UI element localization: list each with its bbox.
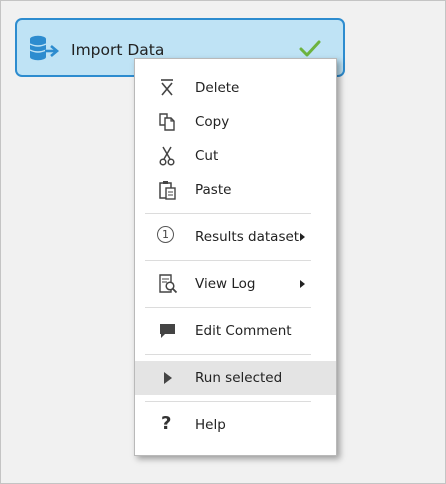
delete-icon [161,79,173,96]
menu-separator [145,260,311,261]
menu-item-edit-comment[interactable]: Edit Comment [135,314,336,348]
menu-separator [145,401,311,402]
menu-item-help[interactable]: ? Help [135,408,336,442]
copy-icon [159,113,175,131]
menu-item-delete[interactable]: Delete [135,71,336,105]
menu-separator [145,213,311,214]
menu-item-label: Cut [195,148,219,164]
menu-item-results-dataset[interactable]: 1 Results dataset [135,220,336,254]
menu-item-label: Delete [195,80,240,96]
menu-item-paste[interactable]: Paste [135,173,336,207]
paste-icon [159,181,176,200]
submenu-arrow-icon [300,280,305,288]
menu-item-view-log[interactable]: View Log [135,267,336,301]
help-icon: ? [161,413,172,434]
menu-separator [145,354,311,355]
cut-icon [159,146,175,166]
import-data-icon [29,35,60,61]
menu-item-cut[interactable]: Cut [135,139,336,173]
menu-item-run-selected[interactable]: Run selected [135,361,336,395]
menu-separator [145,307,311,308]
menu-item-label: Copy [195,114,230,130]
submenu-arrow-icon [300,233,305,241]
menu-item-copy[interactable]: Copy [135,105,336,139]
output-port-1-icon: 1 [157,226,174,243]
module-title: Import Data [71,41,165,59]
menu-item-label: Results dataset [195,229,300,245]
menu-item-label: Edit Comment [195,323,292,339]
context-menu: Delete Copy Cut Paste 1 Results dataset … [134,58,337,456]
menu-item-label: View Log [195,276,256,292]
menu-item-label: Run selected [195,370,283,386]
check-icon [299,40,321,57]
view-log-icon [159,274,178,294]
comment-icon [160,324,175,338]
menu-item-label: Paste [195,182,232,198]
run-icon [164,372,172,384]
menu-item-label: Help [195,417,226,433]
